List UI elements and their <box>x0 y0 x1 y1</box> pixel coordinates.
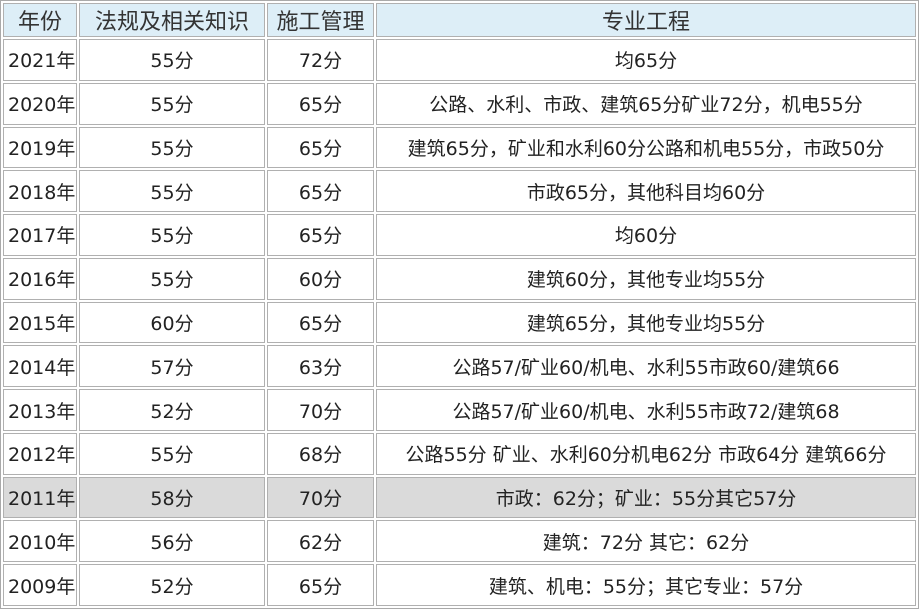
cell-law: 60分 <box>79 301 265 344</box>
cell-law: 55分 <box>79 214 265 256</box>
cell-management: 70分 <box>267 389 374 431</box>
cell-year: 2013年 <box>3 389 77 431</box>
cell-law: 55分 <box>79 257 265 300</box>
header-row: 年份 法规及相关知识 施工管理 专业工程 <box>3 3 916 37</box>
table-row: 2015年 60分 65分 建筑65分，其他专业均55分 <box>3 301 916 344</box>
cell-specialty: 市政65分，其他科目均60分 <box>376 170 916 213</box>
cell-specialty: 建筑：72分 其它：62分 <box>376 520 916 563</box>
cell-management: 65分 <box>267 214 374 256</box>
cell-year: 2021年 <box>3 39 77 81</box>
cell-year: 2011年 <box>3 476 77 519</box>
header-management: 施工管理 <box>267 3 374 37</box>
table-row: 2010年 56分 62分 建筑：72分 其它：62分 <box>3 520 916 563</box>
cell-specialty: 建筑、机电：55分；其它专业：57分 <box>376 564 916 606</box>
cell-law: 55分 <box>79 432 265 475</box>
table-row: 2021年 55分 72分 均65分 <box>3 39 916 81</box>
cell-specialty: 均65分 <box>376 39 916 81</box>
cell-law: 55分 <box>79 170 265 213</box>
cell-law: 52分 <box>79 389 265 431</box>
cell-management: 62分 <box>267 520 374 563</box>
cell-year: 2018年 <box>3 170 77 213</box>
cell-law: 55分 <box>79 82 265 125</box>
cell-specialty: 公路、水利、市政、建筑65分矿业72分，机电55分 <box>376 82 916 125</box>
cell-management: 60分 <box>267 257 374 300</box>
cell-specialty: 均60分 <box>376 214 916 256</box>
cell-law: 56分 <box>79 520 265 563</box>
cell-specialty: 建筑65分，矿业和水利60分公路和机电55分，市政50分 <box>376 126 916 169</box>
cell-management: 68分 <box>267 432 374 475</box>
table-row: 2009年 52分 65分 建筑、机电：55分；其它专业：57分 <box>3 564 916 606</box>
table-row: 2016年 55分 60分 建筑60分，其他专业均55分 <box>3 257 916 300</box>
cell-management: 65分 <box>267 82 374 125</box>
cell-year: 2019年 <box>3 126 77 169</box>
cell-management: 65分 <box>267 126 374 169</box>
cell-year: 2010年 <box>3 520 77 563</box>
cell-specialty: 市政：62分；矿业：55分其它57分 <box>376 476 916 519</box>
table-row: 2018年 55分 65分 市政65分，其他科目均60分 <box>3 170 916 213</box>
table-row: 2017年 55分 65分 均60分 <box>3 214 916 256</box>
cell-management: 65分 <box>267 170 374 213</box>
cell-law: 55分 <box>79 39 265 81</box>
cell-management: 70分 <box>267 476 374 519</box>
cell-specialty: 公路55分 矿业、水利60分机电62分 市政64分 建筑66分 <box>376 432 916 475</box>
table-row: 2019年 55分 65分 建筑65分，矿业和水利60分公路和机电55分，市政5… <box>3 126 916 169</box>
cell-specialty: 公路57/矿业60/机电、水利55市政72/建筑68 <box>376 389 916 431</box>
cell-law: 55分 <box>79 126 265 169</box>
header-law: 法规及相关知识 <box>79 3 265 37</box>
header-year: 年份 <box>3 3 77 37</box>
table-row-highlighted: 2011年 58分 70分 市政：62分；矿业：55分其它57分 <box>3 476 916 519</box>
cell-year: 2017年 <box>3 214 77 256</box>
cell-year: 2014年 <box>3 345 77 388</box>
cell-year: 2009年 <box>3 564 77 606</box>
table-row: 2012年 55分 68分 公路55分 矿业、水利60分机电62分 市政64分 … <box>3 432 916 475</box>
cell-law: 57分 <box>79 345 265 388</box>
cell-management: 65分 <box>267 564 374 606</box>
cell-specialty: 公路57/矿业60/机电、水利55市政60/建筑66 <box>376 345 916 388</box>
cell-year: 2016年 <box>3 257 77 300</box>
cell-year: 2012年 <box>3 432 77 475</box>
table-row: 2013年 52分 70分 公路57/矿业60/机电、水利55市政72/建筑68 <box>3 389 916 431</box>
cell-specialty: 建筑65分，其他专业均55分 <box>376 301 916 344</box>
table-row: 2020年 55分 65分 公路、水利、市政、建筑65分矿业72分，机电55分 <box>3 82 916 125</box>
cell-law: 52分 <box>79 564 265 606</box>
cell-management: 65分 <box>267 301 374 344</box>
cell-law: 58分 <box>79 476 265 519</box>
table-row: 2014年 57分 63分 公路57/矿业60/机电、水利55市政60/建筑66 <box>3 345 916 388</box>
cell-specialty: 建筑60分，其他专业均55分 <box>376 257 916 300</box>
score-table: 年份 法规及相关知识 施工管理 专业工程 2021年 55分 72分 均65分 … <box>0 0 919 609</box>
header-specialty: 专业工程 <box>376 3 916 37</box>
cell-year: 2020年 <box>3 82 77 125</box>
cell-management: 72分 <box>267 39 374 81</box>
cell-year: 2015年 <box>3 301 77 344</box>
cell-management: 63分 <box>267 345 374 388</box>
